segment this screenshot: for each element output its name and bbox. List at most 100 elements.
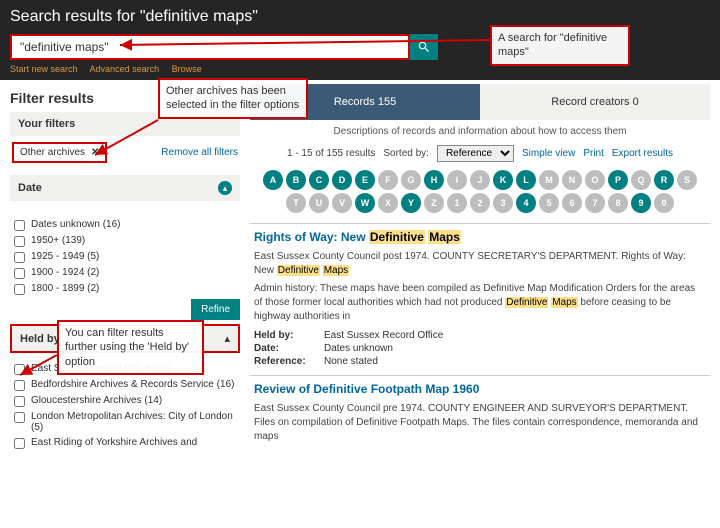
date-option[interactable]: 1900 - 1924 (2) [14,267,236,279]
browse-link[interactable]: Browse [172,64,202,74]
sort-bar: 1 - 15 of 155 results Sorted by: Referen… [250,145,710,162]
results-description: Descriptions of records and information … [250,126,710,137]
refine-row: Refine [10,299,240,320]
alpha-letter: X [378,193,398,213]
refine-button[interactable]: Refine [191,299,240,320]
result-title-link[interactable]: Rights of Way: New Definitive Maps [254,230,706,244]
advanced-search-link[interactable]: Advanced search [90,64,160,74]
alpha-letter: U [309,193,329,213]
heldby-option[interactable]: Bedfordshire Archives & Records Service … [14,379,236,391]
alpha-letter[interactable]: H [424,170,444,190]
page-header: Search results for "definitive maps" Sta… [0,0,720,80]
checkbox[interactable] [14,220,25,231]
alpha-letter[interactable]: 9 [631,193,651,213]
checkbox[interactable] [14,364,25,375]
sort-select[interactable]: Reference [437,145,514,162]
sorted-by-label: Sorted by: [383,148,429,159]
alpha-letter: J [470,170,490,190]
checkbox[interactable] [14,380,25,391]
alpha-letter: S [677,170,697,190]
alpha-letter: Z [424,193,444,213]
alpha-letter: V [332,193,352,213]
facet-heldby-options: East Sussex Record Office (98) Bedfordsh… [10,353,240,449]
remove-all-filters-link[interactable]: Remove all filters [161,147,238,158]
alpha-letter: I [447,170,467,190]
print-link[interactable]: Print [583,148,604,159]
filter-results-heading: Filter results [10,90,240,106]
search-result: Rights of Way: New Definitive Maps East … [250,223,710,375]
alpha-letter: 3 [493,193,513,213]
checkbox[interactable] [14,252,25,263]
alpha-letter[interactable]: E [355,170,375,190]
heldby-option[interactable]: London Metropolitan Archives: City of Lo… [14,411,236,433]
filter-chip-other-archives[interactable]: Other archives ✕ [12,142,107,163]
start-new-search-link[interactable]: Start new search [10,64,78,74]
alpha-letter[interactable]: Y [401,193,421,213]
alpha-letter: N [562,170,582,190]
alpha-letter: G [401,170,421,190]
result-title-link[interactable]: Review of Definitive Footpath Map 1960 [254,382,706,396]
alpha-letter: 0 [654,193,674,213]
alpha-letter: 6 [562,193,582,213]
heldby-option[interactable]: East Riding of Yorkshire Archives and [14,437,236,449]
search-icon [417,40,431,54]
checkbox[interactable] [14,438,25,449]
result-metadata: Held by:East Sussex Record Office Date:D… [254,330,706,367]
search-button[interactable] [410,34,438,60]
header-links: Start new search Advanced search Browse [10,64,710,74]
alpha-letter[interactable]: K [493,170,513,190]
facet-date-label: Date [18,182,42,194]
simple-view-link[interactable]: Simple view [522,148,575,159]
alpha-letter[interactable]: A [263,170,283,190]
date-option[interactable]: Dates unknown (16) [14,219,236,231]
alpha-letter[interactable]: R [654,170,674,190]
checkbox[interactable] [14,284,25,295]
date-option[interactable]: 1925 - 1949 (5) [14,251,236,263]
result-context: East Sussex County Council post 1974. CO… [254,250,706,278]
heldby-option[interactable]: East Sussex Record Office (98) [14,363,236,375]
search-result: Review of Definitive Footpath Map 1960 E… [250,375,710,454]
alpha-letter[interactable]: 4 [516,193,536,213]
alpha-letter: 8 [608,193,628,213]
chevron-up-icon: ▴ [218,181,232,195]
search-input[interactable] [10,34,410,60]
export-results-link[interactable]: Export results [612,148,673,159]
alpha-letter[interactable]: P [608,170,628,190]
results-main: Records 155 Record creators 0 Descriptio… [250,80,720,528]
alpha-letter[interactable]: C [309,170,329,190]
results-range: 1 - 15 of 155 results [287,148,375,159]
alpha-letter: 2 [470,193,490,213]
alpha-letter[interactable]: D [332,170,352,190]
alpha-letter: Q [631,170,651,190]
page-title: Search results for "definitive maps" [10,8,710,26]
chevron-up-icon: ▴ [224,332,230,345]
result-admin-history: Admin history: These maps have been comp… [254,282,706,324]
date-option[interactable]: 1950+ (139) [14,235,236,247]
result-context: East Sussex County Council pre 1974. COU… [254,402,706,444]
heldby-option[interactable]: Gloucestershire Archives (14) [14,395,236,407]
your-filters-block: Your filters Other archives ✕ Remove all… [10,112,240,169]
alpha-letter: 7 [585,193,605,213]
tab-record-creators[interactable]: Record creators 0 [480,84,710,120]
alpha-letter[interactable]: B [286,170,306,190]
facet-heldby-header[interactable]: Held by ▴ [10,324,240,353]
checkbox[interactable] [14,396,25,407]
facet-heldby-label: Held by [20,333,60,345]
checkbox[interactable] [14,236,25,247]
alpha-letter[interactable]: W [355,193,375,213]
checkbox[interactable] [14,412,25,423]
filter-sidebar: Filter results Your filters Other archiv… [0,80,250,528]
tab-records[interactable]: Records 155 [250,84,480,120]
alpha-letter[interactable]: L [516,170,536,190]
checkbox[interactable] [14,268,25,279]
facet-date-options: Dates unknown (16) 1950+ (139) 1925 - 19… [10,209,240,295]
close-icon: ✕ [91,147,99,158]
alpha-letter: F [378,170,398,190]
alpha-letter: M [539,170,559,190]
facet-date-header[interactable]: Date ▴ [10,175,240,201]
alpha-nav: ABCDEFGHIJKLMNOPQRSTUVWXYZ1234567890 [256,170,704,213]
alpha-letter: 1 [447,193,467,213]
chip-label: Other archives [20,147,85,158]
date-option[interactable]: 1800 - 1899 (2) [14,283,236,295]
tabs: Records 155 Record creators 0 [250,84,710,120]
